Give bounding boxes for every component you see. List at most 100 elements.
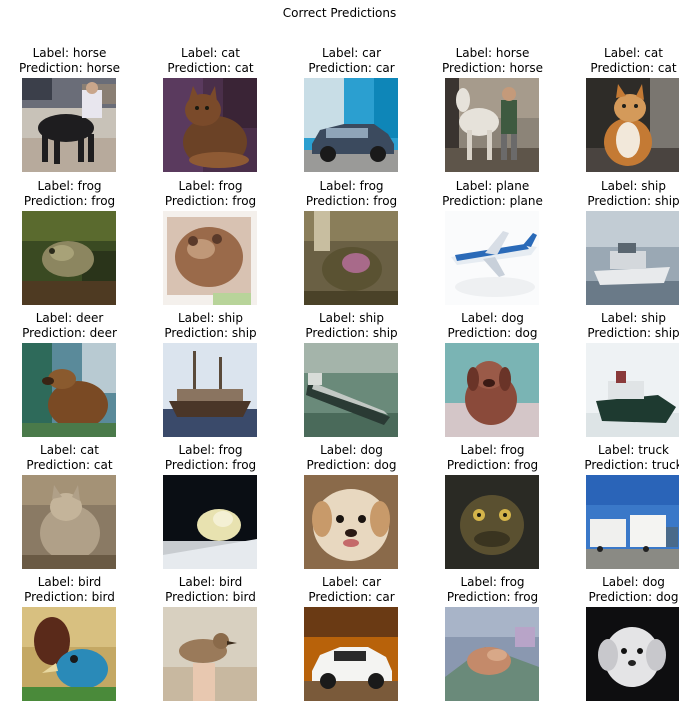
label-text: Label: car: [321, 575, 382, 589]
frog-image: [445, 607, 539, 701]
horse-image: [22, 78, 116, 172]
truck-image: [586, 475, 679, 569]
frog-image: [22, 211, 116, 305]
cell-caption: Label: bird Prediction: bird: [0, 575, 150, 605]
cell-caption: Label: ship Prediction: ship: [553, 179, 679, 209]
ship-image: [304, 343, 398, 437]
grid-cell: Label: frog Prediction: frog: [0, 179, 140, 311]
label-text: Label: cat: [604, 46, 663, 60]
prediction-text: Prediction: dog: [306, 458, 397, 472]
prediction-text: Prediction: horse: [19, 61, 120, 75]
grid-cell: Label: dog Prediction: dog: [422, 311, 563, 443]
label-text: Label: bird: [37, 575, 102, 589]
cell-caption: Label: cat Prediction: cat: [130, 46, 291, 76]
label-text: Label: cat: [181, 46, 240, 60]
grid-cell: Label: cat Prediction: cat: [563, 46, 679, 178]
prediction-text: Prediction: frog: [305, 194, 398, 208]
cell-caption: Label: cat Prediction: cat: [0, 443, 150, 473]
cell-caption: Label: dog Prediction: dog: [553, 575, 679, 605]
grid-cell: Label: ship Prediction: ship: [563, 179, 679, 311]
label-text: Label: ship: [600, 311, 667, 325]
ship-image: [586, 211, 679, 305]
label-text: Label: plane: [455, 179, 530, 193]
figure-title: Correct Predictions: [282, 6, 397, 20]
prediction-text: Prediction: bird: [165, 590, 256, 604]
grid-cell: Label: horse Prediction: horse: [422, 46, 563, 178]
prediction-text: Prediction: frog: [164, 194, 257, 208]
cat-image: [22, 475, 116, 569]
grid-cell: Label: frog Prediction: frog: [281, 179, 422, 311]
prediction-text: Prediction: frog: [446, 458, 539, 472]
frog-image: [304, 211, 398, 305]
grid-cell: Label: bird Prediction: bird: [140, 575, 281, 707]
prediction-text: Prediction: cat: [26, 458, 113, 472]
prediction-text: Prediction: dog: [447, 326, 538, 340]
cell-caption: Label: cat Prediction: cat: [553, 46, 679, 76]
cell-caption: Label: deer Prediction: deer: [0, 311, 150, 341]
cell-caption: Label: dog Prediction: dog: [271, 443, 432, 473]
label-text: Label: deer: [35, 311, 104, 325]
cell-caption: Label: plane Prediction: plane: [412, 179, 573, 209]
grid-cell: Label: bird Prediction: bird: [0, 575, 140, 707]
cell-caption: Label: frog Prediction: frog: [412, 575, 573, 605]
grid-cell: Label: frog Prediction: frog: [422, 575, 563, 707]
label-text: Label: bird: [178, 575, 243, 589]
grid-cell: Label: frog Prediction: frog: [140, 179, 281, 311]
prediction-text: Prediction: ship: [587, 194, 679, 208]
car-image: [304, 607, 398, 701]
cell-caption: Label: frog Prediction: frog: [130, 179, 291, 209]
cell-caption: Label: truck Prediction: truck: [553, 443, 679, 473]
prediction-text: Prediction: truck: [584, 458, 679, 472]
grid-cell: Label: cat Prediction: cat: [140, 46, 281, 178]
label-text: Label: frog: [178, 179, 243, 193]
frog-image: [163, 475, 257, 569]
grid-cell: Label: horse Prediction: horse: [0, 46, 140, 178]
prediction-text: Prediction: plane: [442, 194, 543, 208]
cell-caption: Label: ship Prediction: ship: [130, 311, 291, 341]
label-text: Label: frog: [37, 179, 102, 193]
prediction-text: Prediction: horse: [442, 61, 543, 75]
bird-image: [163, 607, 257, 701]
deer-image: [22, 343, 116, 437]
grid-cell: Label: dog Prediction: dog: [563, 575, 679, 707]
cell-caption: Label: ship Prediction: ship: [553, 311, 679, 341]
prediction-text: Prediction: ship: [587, 326, 679, 340]
ship-image: [586, 343, 679, 437]
cell-caption: Label: bird Prediction: bird: [130, 575, 291, 605]
label-text: Label: frog: [319, 179, 384, 193]
prediction-text: Prediction: ship: [164, 326, 257, 340]
cell-caption: Label: ship Prediction: ship: [271, 311, 432, 341]
grid-cell: Label: plane Prediction: plane: [422, 179, 563, 311]
label-text: Label: ship: [600, 179, 667, 193]
plane-image: [445, 211, 539, 305]
horse-image: [445, 78, 539, 172]
prediction-text: Prediction: frog: [446, 590, 539, 604]
grid-cell: Label: ship Prediction: ship: [140, 311, 281, 443]
cell-caption: Label: horse Prediction: horse: [412, 46, 573, 76]
cat-image: [586, 78, 679, 172]
grid-cell: Label: frog Prediction: frog: [422, 443, 563, 575]
dog-image: [304, 475, 398, 569]
cell-caption: Label: frog Prediction: frog: [0, 179, 150, 209]
label-text: Label: car: [321, 46, 382, 60]
grid-cell: Label: deer Prediction: deer: [0, 311, 140, 443]
grid-cell: Label: cat Prediction: cat: [0, 443, 140, 575]
prediction-text: Prediction: car: [308, 61, 395, 75]
grid-cell: Label: car Prediction: car: [281, 575, 422, 707]
label-text: Label: cat: [40, 443, 99, 457]
grid-cell: Label: truck Prediction: truck: [563, 443, 679, 575]
grid-cell: Label: dog Prediction: dog: [281, 443, 422, 575]
frog-image: [163, 211, 257, 305]
label-text: Label: ship: [177, 311, 244, 325]
dog-image: [586, 607, 679, 701]
cell-caption: Label: car Prediction: car: [271, 575, 432, 605]
label-text: Label: dog: [320, 443, 383, 457]
ship-image: [163, 343, 257, 437]
dog-image: [445, 343, 539, 437]
prediction-text: Prediction: ship: [305, 326, 398, 340]
label-text: Label: dog: [461, 311, 524, 325]
prediction-text: Prediction: frog: [164, 458, 257, 472]
prediction-text: Prediction: bird: [24, 590, 115, 604]
prediction-text: Prediction: cat: [590, 61, 677, 75]
cell-caption: Label: dog Prediction: dog: [412, 311, 573, 341]
